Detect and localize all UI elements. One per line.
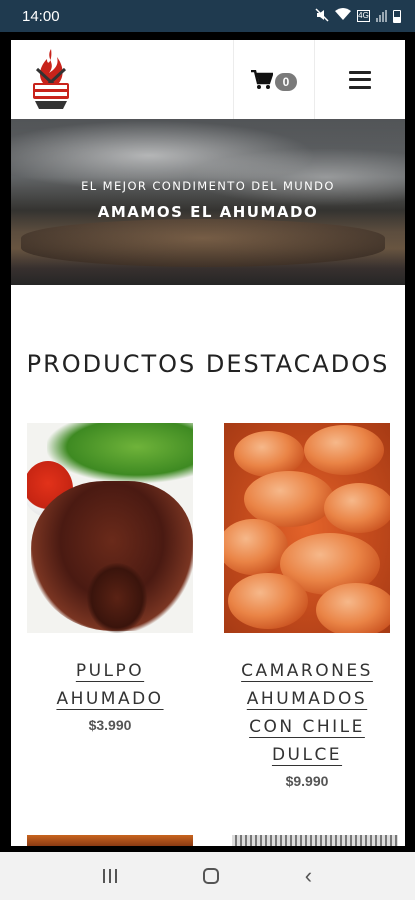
cart-icon	[251, 69, 274, 90]
image-detail-tentacle	[87, 563, 147, 633]
status-icons: 4G	[315, 7, 401, 25]
android-nav-bar: ‹	[0, 852, 415, 900]
logo-area	[11, 40, 233, 119]
product-card-camarones[interactable]: CAMARONES AHUMADOS CON CHILE DULCE $9.99…	[224, 423, 390, 789]
status-bar: 14:00 4G	[0, 0, 415, 32]
hero-smoke-overlay	[11, 119, 405, 285]
hero-title: AMAMOS EL AHUMADO	[97, 203, 319, 221]
image-detail-shrimp	[316, 583, 390, 633]
wifi-icon	[335, 8, 351, 24]
next-product-image-peek[interactable]	[232, 835, 398, 846]
cart-button[interactable]: 0	[233, 40, 315, 119]
cart-count-badge: 0	[275, 72, 297, 91]
image-detail-shrimp	[228, 573, 308, 629]
browser-viewport: 0 EL MEJOR CONDIMENTO DEL MUNDO AMAMOS E…	[0, 32, 415, 852]
product-card-pulpo[interactable]: PULPO AHUMADO $3.990	[27, 423, 193, 733]
site-header: 0	[11, 40, 405, 119]
image-detail-shrimp	[324, 483, 390, 533]
hero-subtitle: EL MEJOR CONDIMENTO DEL MUNDO	[81, 179, 335, 193]
product-price: $3.990	[88, 717, 132, 733]
featured-products-title: PRODUCTOS DESTACADOS	[26, 350, 390, 378]
home-icon[interactable]	[202, 868, 219, 884]
hamburger-menu-icon	[349, 70, 371, 89]
signal-icon	[376, 10, 387, 22]
product-name-text[interactable]: PULPO AHUMADO	[56, 661, 163, 709]
web-page[interactable]: 0 EL MEJOR CONDIMENTO DEL MUNDO AMAMOS E…	[11, 40, 405, 846]
product-name-link[interactable]: PULPO AHUMADO	[27, 657, 193, 713]
product-image-pulpo[interactable]	[27, 423, 193, 633]
image-detail-shrimp	[224, 519, 288, 575]
product-price: $9.990	[285, 773, 329, 789]
image-detail-shrimp	[234, 431, 304, 477]
product-image-camarones[interactable]	[224, 423, 390, 633]
smoke-brand-logo[interactable]	[25, 47, 77, 111]
hero-banner: EL MEJOR CONDIMENTO DEL MUNDO AMAMOS EL …	[11, 119, 405, 285]
back-icon[interactable]: ‹	[305, 865, 312, 887]
mute-icon	[315, 7, 329, 25]
recent-apps-icon[interactable]	[102, 869, 117, 883]
battery-icon	[393, 9, 401, 23]
status-time: 14:00	[22, 7, 60, 25]
next-product-image-peek[interactable]	[27, 835, 193, 846]
menu-button[interactable]	[315, 40, 405, 119]
product-name-text[interactable]: CAMARONES AHUMADOS CON CHILE DULCE	[241, 661, 373, 765]
data-icon: 4G	[357, 10, 370, 22]
product-name-link[interactable]: CAMARONES AHUMADOS CON CHILE DULCE	[224, 657, 390, 769]
image-detail-shrimp	[304, 425, 384, 475]
